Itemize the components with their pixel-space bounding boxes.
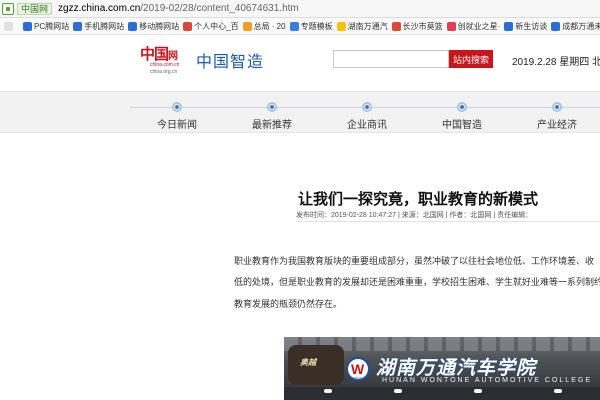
nav-dot-icon [172,102,182,112]
article-paragraph: 低的处境，但是职业教育的发展却还是困难重重，学校招生困难、学生就好业难等一系列制… [234,277,600,287]
bookmark-favicon-icon [23,21,32,31]
site-identity-chip[interactable]: 中国网 [17,2,53,15]
logo-subtitle-cn: china.com.cn [150,62,180,68]
bookmark-item[interactable]: 新生访谈 [504,21,547,32]
logo-subtitle-org: china.org.cn [150,69,178,75]
bookmark-label: PC腾网站 [34,21,70,31]
bookmark-label: 手机腾网站 [84,21,125,31]
channel-title[interactable]: 中国智造 [196,48,264,72]
image-car: 奥越 [288,345,344,385]
bookmark-item[interactable]: 湖南万通汽 [336,21,388,32]
bookmark-label: 新生访谈 [515,21,548,31]
nav-item[interactable]: 企业商讯 [327,92,407,134]
image-light [474,389,482,393]
bookmark-label: 成都万通未 [562,21,600,31]
nav-item[interactable]: 今日新闻 [137,92,217,134]
url-path: /2019-02/28/content_40674631.htm [140,3,299,14]
nav-dot-icon [552,102,562,112]
main-nav: 今日新闻 最新推荐 企业商讯 中国智造 产业经济 [0,91,600,133]
nav-dot-icon [362,102,372,112]
bookmark-item[interactable] [4,21,15,31]
article-title: 让我们一探究竟，职业教育的新模式 [298,191,539,208]
nav-label: 最新推荐 [252,120,292,131]
bookmark-favicon-icon [73,21,83,31]
car-sticker: 奥越 [300,358,316,367]
nav-label: 今日新闻 [157,120,197,131]
article-image: 奥越 W WANTONG 湖南万通汽车学院 HUNAN WONTONE AUTO… [284,337,600,400]
bookmark-favicon-icon [4,21,13,31]
bookmark-label: 创就业之星· [457,21,501,31]
image-light [394,389,402,393]
url-host: zgzz.china.com.cn [58,3,141,14]
nav-item[interactable]: 产业经济 [517,92,597,134]
bookmark-item[interactable]: 创就业之星· [446,21,501,32]
wantong-logo-icon: W WANTONG [346,357,370,381]
bookmark-favicon-icon [289,21,299,31]
address-bar[interactable]: 中国网 zgzz.china.com.cn/2019-02/28/content… [0,0,600,18]
site-header: 中国网 china.com.cn china.org.cn 中国智造 站内搜索 … [0,35,600,85]
china-com-cn-logo[interactable]: 中国网 china.com.cn china.org.cn [140,43,184,79]
bookmark-label: 个人中心_百 [194,21,239,31]
bookmark-label: 移动腾网站 [139,21,180,31]
image-college-english: HUNAN WONTONE AUTOMOTIVE COLLEGE [382,377,592,384]
bookmark-favicon-icon [336,21,346,31]
bookmark-label: 湖南万通汽 [347,21,388,31]
nav-label: 中国智造 [442,120,482,131]
logo-text: 中国网 [140,43,178,64]
article-meta: 发布时间：2019-02-28 10:47:27 | 来源：北国网 | 作者：北… [296,212,533,219]
article-paragraph: 职业教育作为我国教育版块的重要组成部分，虽然冲破了以往社会地位低、工作环境差、收 [234,256,595,266]
logo-main-text: 中国 [140,45,169,63]
bookmark-favicon-icon [128,21,138,31]
bookmark-item[interactable]: 总局 · 20 [242,21,286,32]
url-text[interactable]: zgzz.china.com.cn/2019-02/28/content_406… [58,3,299,14]
bookmark-label: 专题模板 [300,21,333,31]
meta-divider [296,221,600,222]
bookmark-favicon-icon [504,21,514,31]
secure-lock-icon [2,2,14,15]
nav-item[interactable]: 最新推荐 [232,92,312,134]
bookmarks-bar: PC腾网站 手机腾网站 移动腾网站 个人中心_百 总局 · 20 专题模板 湖南万通汽 长沙市… [0,18,600,35]
bookmark-item[interactable]: 移动腾网站 [128,21,179,32]
bookmark-favicon-icon [183,21,193,31]
site-search-button[interactable]: 站内搜索 [449,50,493,68]
bookmark-item[interactable]: 手机腾网站 [73,21,124,32]
bookmark-label: 长沙市莫篮 [402,21,443,31]
nav-dot-icon [457,102,467,112]
nav-label: 企业商讯 [347,120,387,131]
article-paragraph: 教育发展的瓶颈仍然存在。 [234,299,343,309]
site-search-input[interactable] [333,50,449,68]
nav-dot-icon [267,102,277,112]
logo-sub: WANTONG [350,376,366,380]
image-light [554,389,562,393]
current-date: 2019.2.28 星期四 北京 [512,57,600,68]
bookmark-label: 总局 · 20 [253,21,286,31]
bookmark-favicon-icon [391,21,401,31]
image-college-name: 湖南万通汽车学院 [376,358,537,379]
bookmark-item[interactable]: 成都万通未 [551,21,600,32]
bookmark-item[interactable]: 长沙市莫篮 [391,21,443,32]
bookmark-favicon-icon [551,21,561,31]
bookmark-favicon-icon [242,21,252,31]
bookmark-item[interactable]: 个人中心_百 [183,21,239,32]
bookmark-item[interactable]: PC腾网站 [23,21,69,32]
bookmark-favicon-icon [446,21,456,31]
bookmark-item[interactable]: 专题模板 [289,21,333,32]
nav-item[interactable]: 中国智造 [422,92,502,134]
logo-letter: W [351,361,365,377]
logo-wang-text: 网 [168,51,178,62]
image-light [324,389,332,393]
nav-label: 产业经济 [537,120,577,131]
